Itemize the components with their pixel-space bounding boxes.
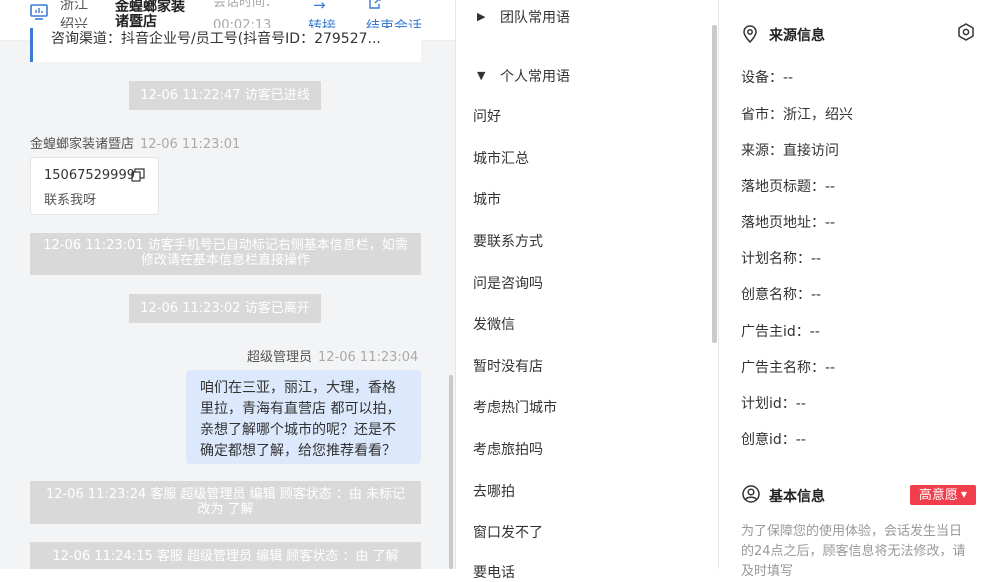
agent-name: 超级管理员 <box>247 350 313 365</box>
info-row-creative-id: 创意id：-- <box>741 429 806 449</box>
row-value: -- <box>783 70 794 86</box>
chat-pane: 浙江 绍兴 金蝗螂家装 诸暨店 会话时间： 00:02:13 → 转接 结束会话… <box>0 0 456 569</box>
contact-card[interactable]: 15067529999 联系我呀 <box>30 157 159 215</box>
row-value: 直接访问 <box>783 143 839 159</box>
channel-note: 咨询渠道：抖音企业号/员工号(抖音号ID：279527... <box>30 28 421 62</box>
row-value: -- <box>811 287 822 303</box>
info-row-plan-name: 计划名称：-- <box>741 248 821 268</box>
source-info-title: 来源信息 <box>769 28 825 44</box>
row-label: 广告主名称： <box>741 360 825 376</box>
location-pin-icon <box>743 25 757 43</box>
caret-right-icon: ▶ <box>477 10 486 23</box>
chat-scrollbar[interactable] <box>449 375 453 569</box>
row-label: 来源： <box>741 143 783 159</box>
row-value: -- <box>825 179 836 195</box>
phrase-item[interactable]: 去哪拍 <box>473 481 515 501</box>
personal-phrases-label: 个人常用语 <box>500 69 570 85</box>
visitor-province: 浙江 <box>60 0 88 13</box>
row-value: 浙江，绍兴 <box>783 107 853 123</box>
phrase-item[interactable]: 问是咨询吗 <box>473 273 543 293</box>
row-value: -- <box>825 215 836 231</box>
info-row-plan-id: 计划id：-- <box>741 393 806 413</box>
info-row-advertiser-id: 广告主id：-- <box>741 321 820 341</box>
info-row-landing-url: 落地页地址：-- <box>741 212 835 232</box>
visitor-name: 金蝗螂家装诸暨店 <box>30 137 135 152</box>
agent-sender: 超级管理员 12-06 11:23:04 <box>247 346 418 365</box>
visitor-sender: 金蝗螂家装诸暨店 12-06 11:23:01 <box>30 133 240 152</box>
row-label: 省市： <box>741 107 783 123</box>
row-value: -- <box>795 432 806 448</box>
row-value: -- <box>795 396 806 412</box>
monitor-icon <box>30 4 48 20</box>
phrase-item[interactable]: 窗口发不了 <box>473 522 543 542</box>
phrase-item[interactable]: 要电话 <box>473 562 515 582</box>
phrase-item[interactable]: 考虑热门城市 <box>473 397 557 417</box>
agent-time: 12-06 11:23:04 <box>318 350 419 365</box>
phrase-item[interactable]: 要联系方式 <box>473 231 543 251</box>
system-message: 12-06 11:24:15 客服 超级管理员 编辑 顾客状态 ：由 了解 <box>30 542 421 569</box>
card-label: 联系我呀 <box>44 193 97 208</box>
info-row-device: 设备：-- <box>741 67 793 87</box>
channel-note-text: 咨询渠道：抖音企业号/员工号(抖音号ID：279527... <box>51 31 381 47</box>
row-label: 落地页标题： <box>741 179 825 195</box>
user-circle-icon <box>742 485 760 503</box>
info-row-advertiser-name: 广告主名称：-- <box>741 357 835 377</box>
team-phrases-group[interactable]: ▶ 团队常用语 <box>477 7 570 27</box>
phrase-item[interactable]: 发微信 <box>473 314 515 334</box>
phrase-item[interactable]: 问好 <box>473 106 501 126</box>
phrase-item[interactable]: 暂时没有店 <box>473 356 543 376</box>
phrase-item[interactable]: 城市汇总 <box>473 148 529 168</box>
row-label: 落地页地址： <box>741 215 825 231</box>
row-label: 创意id： <box>741 432 796 448</box>
system-message: 12-06 11:22:47 访客已进线 <box>129 81 321 110</box>
phrase-item[interactable]: 城市 <box>473 189 501 209</box>
info-row-landing-title: 落地页标题：-- <box>741 176 835 196</box>
row-label: 创意名称： <box>741 287 811 303</box>
edit-deadline-hint: 为了保障您的使用体验，会话发生当日的24点之后，顾客信息将无法修改，请及时填写 <box>741 524 966 579</box>
copy-icon[interactable] <box>131 168 145 182</box>
row-value: -- <box>809 324 820 340</box>
intent-badge-label: 高意愿 <box>918 488 958 503</box>
card-phone: 15067529999 <box>44 168 135 183</box>
visitor-time: 12-06 11:23:01 <box>140 137 241 152</box>
caret-down-icon: ▼ <box>960 490 968 499</box>
info-row-region: 省市：浙江，绍兴 <box>741 104 853 124</box>
system-message: 12-06 11:23:24 客服 超级管理员 编辑 顾客状态 ：由 未标记 改… <box>30 481 421 524</box>
agent-message: 咱们在三亚，丽江，大理，香格里拉，青海有直营店 都可以拍，亲想了解哪个城市的呢？… <box>186 370 421 464</box>
info-row-source: 来源：直接访问 <box>741 140 839 160</box>
row-label: 广告主id： <box>741 324 810 340</box>
intent-badge[interactable]: 高意愿 ▼ <box>910 485 976 505</box>
row-value: -- <box>825 360 836 376</box>
row-label: 计划id： <box>741 396 796 412</box>
exit-icon <box>369 0 381 9</box>
hexagon-settings-icon[interactable] <box>957 23 975 41</box>
personal-phrases-group[interactable]: ▼ 个人常用语 <box>477 66 570 86</box>
system-message: 12-06 11:23:02 访客已离开 <box>129 294 321 323</box>
phrases-scrollbar[interactable] <box>712 25 717 343</box>
basic-info-title: 基本信息 <box>769 489 825 505</box>
session-time-label: 会话时间： <box>213 0 279 10</box>
row-label: 计划名称： <box>741 251 811 267</box>
info-row-creative-name: 创意名称：-- <box>741 284 821 304</box>
system-message: 12-06 11:23:01 访客手机号已自动标记右侧基本信息栏，如需修改请在基… <box>30 233 421 275</box>
caret-down-icon: ▼ <box>477 69 486 82</box>
team-phrases-label: 团队常用语 <box>500 10 570 26</box>
arrow-right-icon: → <box>313 0 326 14</box>
phrase-item[interactable]: 考虑旅拍吗 <box>473 439 543 459</box>
row-value: -- <box>811 251 822 267</box>
row-label: 设备： <box>741 70 783 86</box>
